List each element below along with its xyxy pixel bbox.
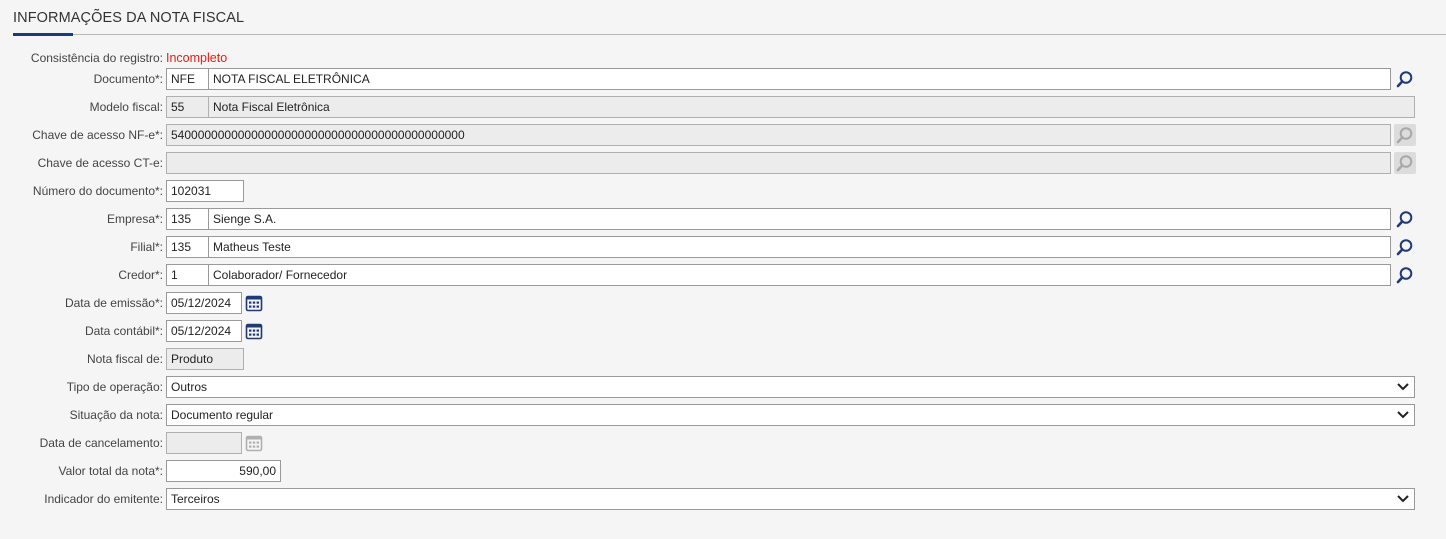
chave-cte-lookup-button (1394, 152, 1416, 174)
chevron-down-icon (1397, 411, 1409, 419)
calendar-icon (245, 295, 263, 312)
emissao-date-input[interactable]: 05/12/2024 (166, 292, 242, 314)
row-tipo-operacao: Tipo de operação: Outros (0, 376, 1446, 398)
row-modelo: Modelo fiscal: 55 Nota Fiscal Eletrônica (0, 96, 1446, 118)
row-chave-cte: Chave de acesso CT-e: (0, 152, 1446, 174)
situacao-dropdown[interactable] (1392, 404, 1414, 426)
row-empresa: Empresa*: 135 Sienge S.A. (0, 208, 1446, 230)
documento-code-input[interactable]: NFE (166, 68, 210, 90)
credor-label: Credor*: (118, 268, 163, 282)
cancelamento-date-field (166, 432, 242, 454)
cancelamento-calendar-button (243, 432, 265, 454)
row-chave-nfe: Chave de acesso NF-e*: 54000000000000000… (0, 124, 1446, 146)
indicador-select[interactable]: Terceiros (166, 488, 1415, 510)
row-indicador: Indicador do emitente: Terceiros (0, 488, 1446, 510)
title-accent-bar (13, 33, 73, 36)
consistencia-label: Consistência do registro: (30, 51, 163, 65)
contabil-calendar-button[interactable] (243, 320, 265, 342)
search-icon (1396, 211, 1413, 228)
indicador-dropdown[interactable] (1392, 488, 1414, 510)
numero-label: Número do documento*: (32, 184, 163, 198)
chave-nfe-field: 5400000000000000000000000000000000000000… (166, 124, 1391, 146)
search-icon (1396, 267, 1413, 284)
filial-label: Filial*: (130, 240, 163, 254)
search-icon (1396, 239, 1413, 256)
calendar-icon (245, 435, 263, 452)
modelo-label: Modelo fiscal: (89, 100, 163, 114)
row-documento: Documento*: NFE NOTA FISCAL ELETRÔNICA (0, 68, 1446, 90)
filial-lookup-button[interactable] (1394, 236, 1416, 258)
calendar-icon (245, 323, 263, 340)
chave-cte-label: Chave de acesso CT-e: (37, 156, 163, 170)
filial-desc-input[interactable]: Matheus Teste (208, 236, 1391, 258)
contabil-date-input[interactable]: 05/12/2024 (166, 320, 242, 342)
search-icon (1396, 127, 1413, 144)
tipo-operacao-dropdown[interactable] (1392, 376, 1414, 398)
indicador-label: Indicador do emitente: (44, 492, 163, 506)
consistencia-status: Incompleto (166, 51, 228, 65)
emissao-label: Data de emissão*: (64, 296, 163, 310)
nota-de-field: Produto (166, 348, 244, 370)
row-consistencia: Consistência do registro: Incompleto (0, 47, 1446, 69)
situacao-select[interactable]: Documento regular (166, 404, 1415, 426)
row-filial: Filial*: 135 Matheus Teste (0, 236, 1446, 258)
credor-desc-input[interactable]: Colaborador/ Fornecedor (208, 264, 1391, 286)
situacao-label: Situação da nota: (69, 408, 163, 422)
modelo-desc-field: Nota Fiscal Eletrônica (208, 96, 1415, 118)
row-valor-total: Valor total da nota*: 590,00 (0, 460, 1446, 482)
search-icon (1396, 155, 1413, 172)
empresa-desc-input[interactable]: Sienge S.A. (208, 208, 1391, 230)
modelo-code-field: 55 (166, 96, 210, 118)
nota-de-label: Nota fiscal de: (86, 352, 163, 366)
chave-nfe-lookup-button (1394, 124, 1416, 146)
documento-label: Documento*: (93, 72, 163, 86)
row-nota-de: Nota fiscal de: Produto (0, 348, 1446, 370)
empresa-label: Empresa*: (106, 212, 163, 226)
tipo-operacao-select[interactable]: Outros (166, 376, 1415, 398)
numero-input[interactable]: 102031 (166, 180, 244, 202)
tipo-operacao-label: Tipo de operação: (66, 380, 163, 394)
valor-total-label: Valor total da nota*: (58, 464, 163, 478)
row-situacao: Situação da nota: Documento regular (0, 404, 1446, 426)
credor-code-input[interactable]: 1 (166, 264, 210, 286)
chave-nfe-label: Chave de acesso NF-e*: (32, 128, 163, 142)
chevron-down-icon (1397, 495, 1409, 503)
filial-code-input[interactable]: 135 (166, 236, 210, 258)
row-credor: Credor*: 1 Colaborador/ Fornecedor (0, 264, 1446, 286)
search-icon (1396, 71, 1413, 88)
documento-lookup-button[interactable] (1394, 68, 1416, 90)
row-emissao: Data de emissão*: 05/12/2024 (0, 292, 1446, 314)
row-numero: Número do documento*: 102031 (0, 180, 1446, 202)
valor-total-input[interactable]: 590,00 (166, 460, 281, 482)
chave-cte-field (166, 152, 1391, 174)
credor-lookup-button[interactable] (1394, 264, 1416, 286)
empresa-code-input[interactable]: 135 (166, 208, 210, 230)
section-title: INFORMAÇÕES DA NOTA FISCAL (13, 10, 245, 26)
documento-desc-input[interactable]: NOTA FISCAL ELETRÔNICA (208, 68, 1391, 90)
row-cancelamento: Data de cancelamento: (0, 432, 1446, 454)
row-contabil: Data contábil*: 05/12/2024 (0, 320, 1446, 342)
title-divider (13, 34, 1446, 35)
cancelamento-label: Data de cancelamento: (39, 436, 163, 450)
emissao-calendar-button[interactable] (243, 292, 265, 314)
chevron-down-icon (1397, 383, 1409, 391)
empresa-lookup-button[interactable] (1394, 208, 1416, 230)
contabil-label: Data contábil*: (84, 324, 163, 338)
